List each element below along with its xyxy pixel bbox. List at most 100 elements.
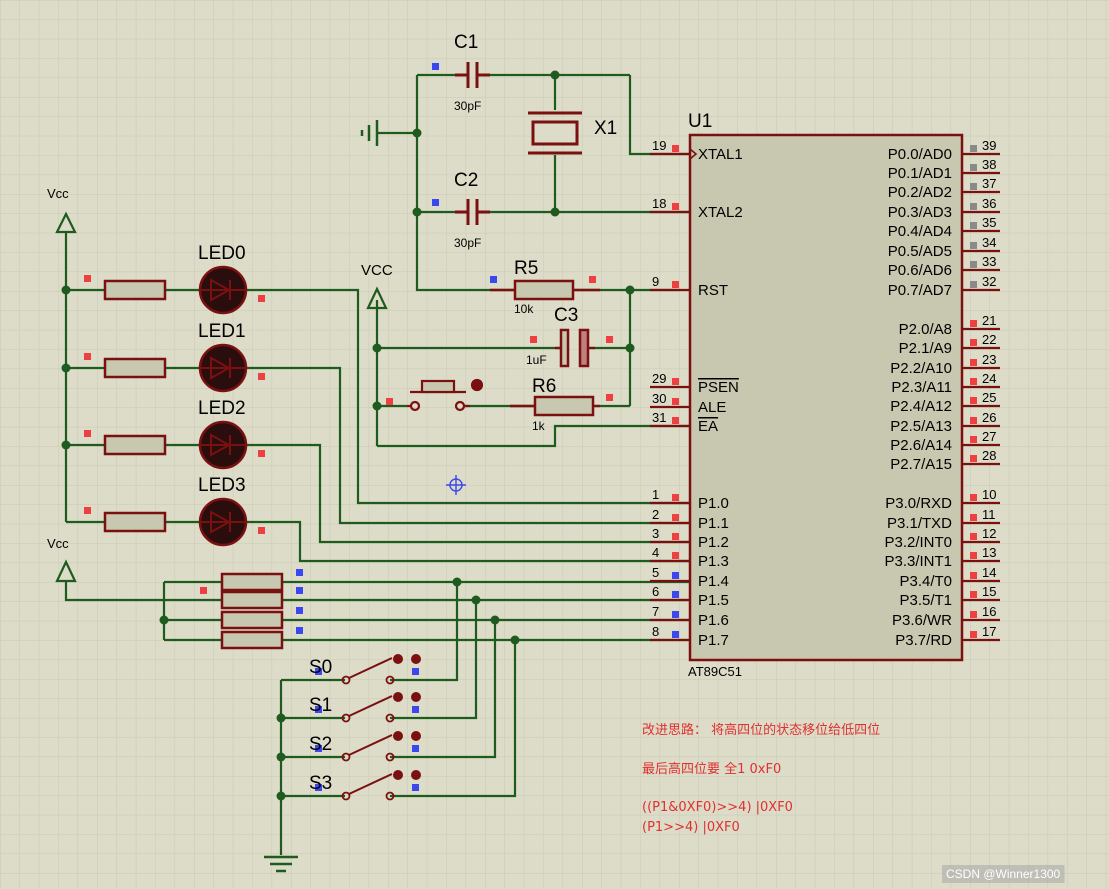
pin-number: 2	[652, 507, 659, 522]
c3-value: 1uF	[526, 353, 547, 367]
pin-marker	[970, 320, 977, 327]
r6-value: 1k	[532, 419, 546, 433]
pin-number: 30	[652, 391, 666, 406]
pin-marker	[672, 281, 679, 288]
pin-name: EA	[698, 418, 718, 435]
pin-name: XTAL1	[698, 146, 743, 163]
pin-name: P1.0	[698, 495, 729, 512]
r5-value: 10k	[514, 302, 534, 316]
pin-name: P0.7/AD7	[888, 282, 952, 299]
pin-name: P2.4/A12	[890, 398, 952, 415]
led-label: LED2	[198, 398, 246, 419]
pin-marker	[970, 164, 977, 171]
pin-marker	[970, 339, 977, 346]
pin-marker	[672, 145, 679, 152]
pin-name: P2.7/A15	[890, 456, 952, 473]
pin-name: P0.4/AD4	[888, 223, 952, 240]
pin-name: P3.1/TXD	[887, 515, 952, 532]
pin-number: 28	[982, 448, 996, 463]
pin-marker	[606, 394, 613, 401]
pin-marker	[970, 397, 977, 404]
pin-number: 7	[652, 604, 659, 619]
pin-marker	[672, 494, 679, 501]
pin-marker	[970, 417, 977, 424]
pin-name: P1.4	[698, 573, 729, 590]
pin-marker	[672, 631, 679, 638]
pin-number: 4	[652, 545, 659, 560]
pin-marker	[530, 336, 537, 343]
r6-ref: R6	[532, 376, 556, 397]
pin-marker	[672, 417, 679, 424]
pin-number: 35	[982, 215, 996, 230]
pin-name: P2.5/A13	[890, 418, 952, 435]
switch-label: S3	[309, 773, 332, 794]
pin-number: 39	[982, 138, 996, 153]
pin-marker	[672, 572, 679, 579]
pin-number: 34	[982, 235, 996, 250]
pin-name: P3.6/WR	[892, 612, 952, 629]
chip-ref: U1	[688, 111, 712, 132]
pin-marker	[672, 611, 679, 618]
pin-marker	[970, 533, 977, 540]
pin-number: 15	[982, 584, 996, 599]
pin-name: P1.6	[698, 612, 729, 629]
pin-marker	[970, 281, 977, 288]
pin-number: 10	[982, 487, 996, 502]
pin-number: 9	[652, 274, 659, 289]
pin-name: P2.0/A8	[899, 321, 952, 338]
pin-number: 23	[982, 352, 996, 367]
pin-number: 17	[982, 624, 996, 639]
pin-name: ALE	[698, 399, 726, 416]
switch-label: S1	[309, 695, 332, 716]
pin-marker	[386, 398, 393, 405]
r5-ref: R5	[514, 258, 538, 279]
right-pins: 39 P0.0/AD0 38 P0.1/AD1 37 P0.2/AD2 36 P0.3/AD3…	[884, 138, 1000, 649]
pin-name: P2.1/A9	[899, 340, 952, 357]
pin-name: P1.1	[698, 515, 729, 532]
note-line-2: 最后高四位要 全1 0xF0	[642, 761, 781, 777]
c2-value: 30pF	[454, 236, 481, 250]
pin-name: P3.4/T0	[899, 573, 952, 590]
pin-name: P2.6/A14	[890, 437, 952, 454]
schematic-canvas: U1 AT89C51 19XTAL118XTAL29RST29PSEN30ALE…	[0, 0, 1109, 889]
chip-part: AT89C51	[688, 664, 742, 679]
pin-name: P0.3/AD3	[888, 204, 952, 221]
pin-marker	[970, 455, 977, 462]
pin-marker	[672, 533, 679, 540]
pin-name: P1.2	[698, 534, 729, 551]
led-label: LED0	[198, 243, 246, 264]
chip-u1[interactable]: U1 AT89C51 19XTAL118XTAL29RST29PSEN30ALE…	[650, 111, 1000, 679]
c3-ref: C3	[554, 305, 578, 326]
pin-number: 16	[982, 604, 996, 619]
pin-number: 22	[982, 332, 996, 347]
switch-label: S0	[309, 657, 332, 678]
pin-name: P3.2/INT0	[884, 534, 952, 551]
pin-marker	[970, 378, 977, 385]
pin-marker	[970, 183, 977, 190]
pin-marker	[970, 203, 977, 210]
pin-marker	[672, 378, 679, 385]
pin-number: 24	[982, 371, 996, 386]
pin-name: P0.6/AD6	[888, 262, 952, 279]
watermark: CSDN @Winner1300	[946, 867, 1061, 881]
pin-number: 8	[652, 624, 659, 639]
pin-number: 1	[652, 487, 659, 502]
c1-ref: C1	[454, 32, 478, 53]
pin-marker	[490, 276, 497, 283]
pin-name: P0.5/AD5	[888, 243, 952, 260]
pin-marker	[672, 591, 679, 598]
c2-ref: C2	[454, 170, 478, 191]
pin-marker	[432, 199, 439, 206]
pin-number: 27	[982, 429, 996, 444]
pin-name: P3.7/RD	[895, 632, 952, 649]
vcc-left-top-label: Vcc	[47, 186, 69, 201]
pin-number: 19	[652, 138, 666, 153]
pin-marker	[970, 494, 977, 501]
pin-number: 31	[652, 410, 666, 425]
pin-name: P1.7	[698, 632, 729, 649]
pin-number: 25	[982, 390, 996, 405]
pin-marker	[970, 261, 977, 268]
note-line-4: (P1>>4) |0XF0	[642, 820, 740, 835]
pin-marker	[970, 591, 977, 598]
pin-number: 3	[652, 526, 659, 541]
